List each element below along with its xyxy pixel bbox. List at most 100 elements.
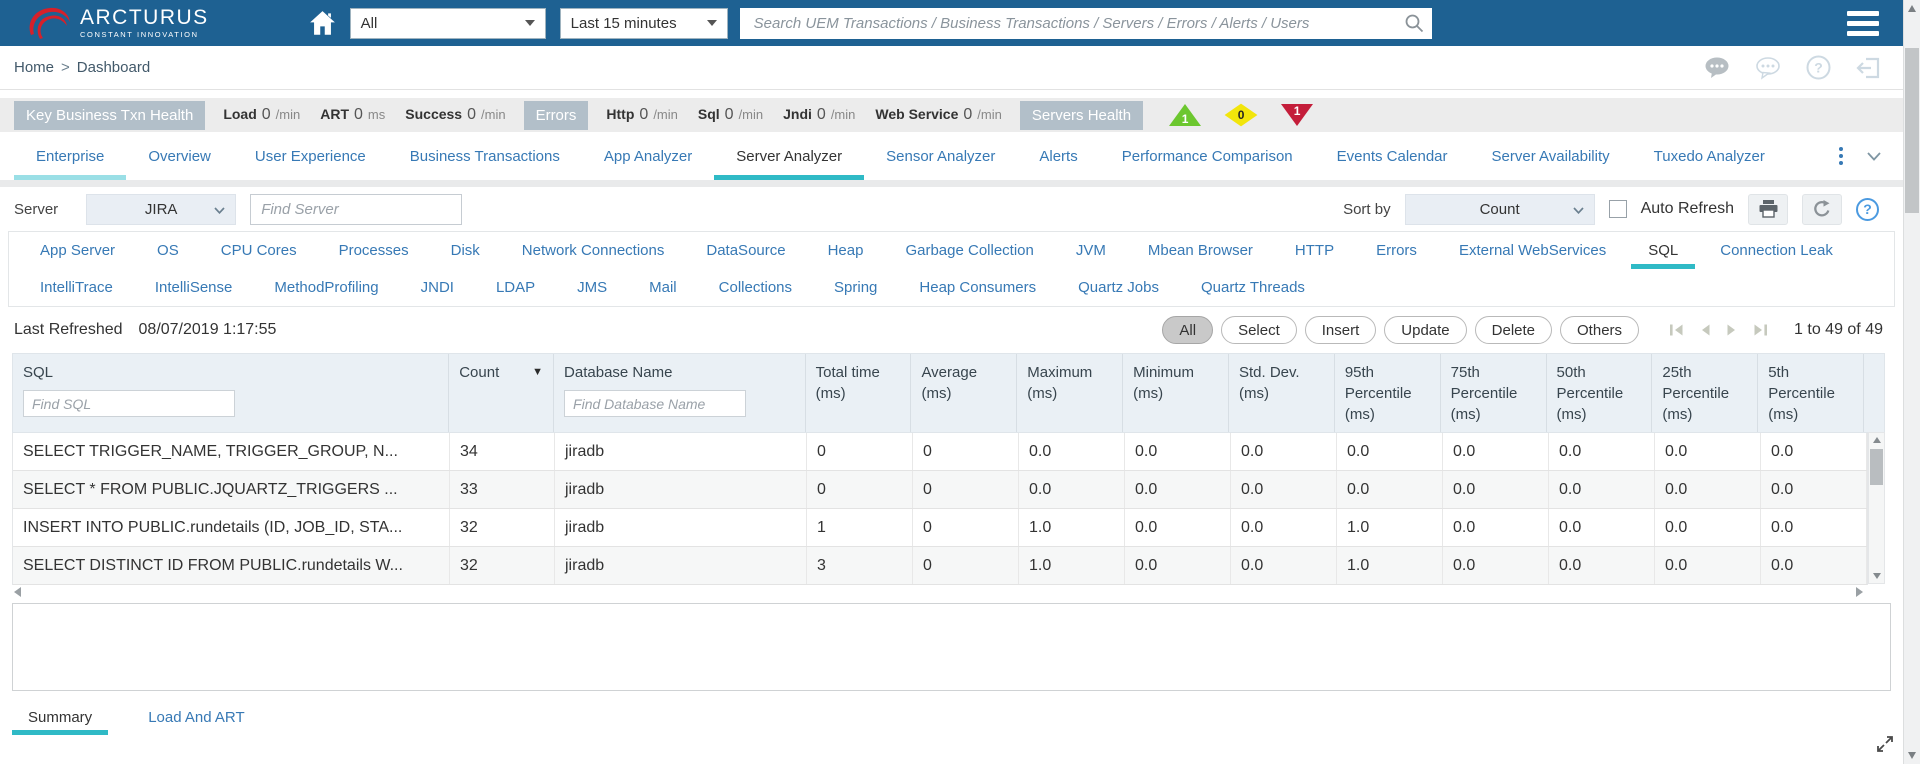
bottom-tab-load-and-art[interactable]: Load And ART	[132, 703, 260, 735]
table-horizontal-scrollbar[interactable]	[12, 585, 1885, 597]
subtab-garbage-collection[interactable]: Garbage Collection	[884, 232, 1054, 269]
tab-tuxedo-analyzer[interactable]: Tuxedo Analyzer	[1632, 132, 1787, 180]
subtab-mail[interactable]: Mail	[628, 269, 698, 306]
prev-page-icon[interactable]	[1699, 324, 1711, 336]
column-header-maximum-ms[interactable]: Maximum (ms)	[1017, 354, 1124, 432]
auto-refresh-checkbox[interactable]	[1608, 200, 1627, 218]
subtab-external-webservices[interactable]: External WebServices	[1438, 232, 1627, 269]
filter-insert[interactable]: Insert	[1304, 316, 1377, 344]
column-header-minimum-ms[interactable]: Minimum (ms)	[1123, 354, 1229, 432]
last-page-icon[interactable]	[1753, 324, 1768, 336]
tab-app-analyzer[interactable]: App Analyzer	[582, 132, 714, 180]
column-header-95th-percentile-ms[interactable]: 95th Percentile (ms)	[1335, 354, 1441, 432]
subtab-sql[interactable]: SQL	[1627, 232, 1699, 269]
subtab-mbean-browser[interactable]: Mbean Browser	[1127, 232, 1274, 269]
column-header-average-ms[interactable]: Average (ms)	[911, 354, 1018, 432]
column-header-5th-percentile-ms[interactable]: 5th Percentile (ms)	[1758, 354, 1865, 432]
subtab-intellitrace[interactable]: IntelliTrace	[19, 269, 134, 306]
filter-update[interactable]: Update	[1384, 316, 1467, 344]
subtab-jndi[interactable]: JNDI	[400, 269, 475, 306]
page-scroll-up-icon[interactable]	[1908, 5, 1916, 12]
table-row[interactable]: SELECT * FROM PUBLIC.JQUARTZ_TRIGGERS ..…	[13, 471, 1867, 509]
menu-icon[interactable]	[1847, 10, 1879, 36]
help-circle-icon[interactable]: ?	[1856, 197, 1879, 221]
subtab-heap-consumers[interactable]: Heap Consumers	[898, 269, 1057, 306]
tab-alerts[interactable]: Alerts	[1017, 132, 1099, 180]
next-page-icon[interactable]	[1726, 324, 1738, 336]
feedback-icon[interactable]	[1704, 56, 1731, 80]
subtab-network-connections[interactable]: Network Connections	[501, 232, 686, 269]
bottom-tab-summary[interactable]: Summary	[12, 703, 109, 735]
table-row[interactable]: SELECT TRIGGER_NAME, TRIGGER_GROUP, N...…	[13, 433, 1867, 471]
column-header-50th-percentile-ms[interactable]: 50th Percentile (ms)	[1547, 354, 1653, 432]
subtab-connection-leak[interactable]: Connection Leak	[1699, 232, 1854, 269]
subtab-os[interactable]: OS	[136, 232, 200, 269]
column-header-total-time-ms[interactable]: Total time (ms)	[806, 354, 912, 432]
subtab-collections[interactable]: Collections	[698, 269, 813, 306]
page-scroll-down-icon[interactable]	[1908, 752, 1916, 759]
global-search-input[interactable]	[751, 13, 1404, 33]
table-vertical-scrollbar[interactable]	[1868, 432, 1885, 584]
column-header-database-name[interactable]: Database Name	[554, 354, 806, 432]
breadcrumb-home[interactable]: Home	[14, 59, 54, 76]
filter-input-database-name[interactable]	[564, 390, 747, 417]
subtab-methodprofiling[interactable]: MethodProfiling	[253, 269, 399, 306]
logout-icon[interactable]	[1855, 56, 1881, 80]
home-button[interactable]	[309, 10, 336, 36]
filter-select[interactable]: Select	[1221, 316, 1297, 344]
scroll-down-icon[interactable]	[1873, 573, 1881, 579]
scroll-left-icon[interactable]	[14, 587, 21, 597]
table-row[interactable]: INSERT INTO PUBLIC.rundetails (ID, JOB_I…	[13, 509, 1867, 547]
first-page-icon[interactable]	[1669, 324, 1684, 336]
subtab-quartz-jobs[interactable]: Quartz Jobs	[1057, 269, 1180, 306]
server-select[interactable]: JIRA	[86, 193, 237, 225]
tab-performance-comparison[interactable]: Performance Comparison	[1100, 132, 1315, 180]
subtab-heap[interactable]: Heap	[807, 232, 885, 269]
refresh-button[interactable]	[1802, 193, 1842, 225]
subtab-app-server[interactable]: App Server	[19, 232, 136, 269]
expand-icon[interactable]	[1876, 735, 1894, 758]
search-icon[interactable]	[1404, 13, 1424, 33]
tab-enterprise[interactable]: Enterprise	[14, 132, 127, 180]
sort-by-select[interactable]: Count	[1404, 193, 1595, 225]
subtab-spring[interactable]: Spring	[813, 269, 898, 306]
table-row[interactable]: SELECT DISTINCT ID FROM PUBLIC.rundetail…	[13, 547, 1867, 585]
indicator-warning[interactable]: 0	[1223, 102, 1259, 128]
tabs-chevron-icon[interactable]	[1867, 151, 1881, 161]
column-header-std-dev-ms[interactable]: Std. Dev. (ms)	[1229, 354, 1335, 432]
subtab-ldap[interactable]: LDAP	[475, 269, 556, 306]
tab-user-experience[interactable]: User Experience	[233, 132, 388, 180]
filter-others[interactable]: Others	[1560, 316, 1640, 344]
tab-overview[interactable]: Overview	[126, 132, 233, 180]
tab-server-analyzer[interactable]: Server Analyzer	[714, 132, 865, 180]
subtab-errors[interactable]: Errors	[1355, 232, 1438, 269]
column-header-sql[interactable]: SQL	[13, 354, 450, 432]
indicator-critical[interactable]: 1	[1279, 102, 1315, 128]
column-header-75th-percentile-ms[interactable]: 75th Percentile (ms)	[1441, 354, 1547, 432]
scope-select[interactable]: All	[349, 7, 546, 39]
tab-events-calendar[interactable]: Events Calendar	[1315, 132, 1470, 180]
subtab-http[interactable]: HTTP	[1274, 232, 1355, 269]
table-scrollbar-thumb[interactable]	[1870, 449, 1883, 485]
find-server-input[interactable]	[250, 193, 463, 225]
column-header-25th-percentile-ms[interactable]: 25th Percentile (ms)	[1652, 354, 1759, 432]
sort-desc-icon[interactable]: ▼	[532, 362, 543, 383]
page-scrollbar[interactable]	[1903, 0, 1920, 764]
subtab-intellisense[interactable]: IntelliSense	[134, 269, 254, 306]
help-icon[interactable]: ?	[1806, 55, 1831, 80]
more-tabs-icon[interactable]	[1835, 143, 1847, 169]
subtab-processes[interactable]: Processes	[318, 232, 430, 269]
subtab-quartz-threads[interactable]: Quartz Threads	[1180, 269, 1326, 306]
subtab-jvm[interactable]: JVM	[1055, 232, 1127, 269]
page-scrollbar-thumb[interactable]	[1905, 48, 1919, 213]
subtab-jms[interactable]: JMS	[556, 269, 628, 306]
filter-delete[interactable]: Delete	[1474, 316, 1553, 344]
indicator-healthy[interactable]: 1	[1167, 102, 1203, 128]
print-button[interactable]	[1748, 193, 1788, 225]
filter-input-sql[interactable]	[23, 390, 235, 417]
tab-sensor-analyzer[interactable]: Sensor Analyzer	[864, 132, 1017, 180]
subtab-disk[interactable]: Disk	[430, 232, 501, 269]
scroll-up-icon[interactable]	[1873, 437, 1881, 443]
subtab-cpu-cores[interactable]: CPU Cores	[200, 232, 318, 269]
subtab-datasource[interactable]: DataSource	[685, 232, 806, 269]
